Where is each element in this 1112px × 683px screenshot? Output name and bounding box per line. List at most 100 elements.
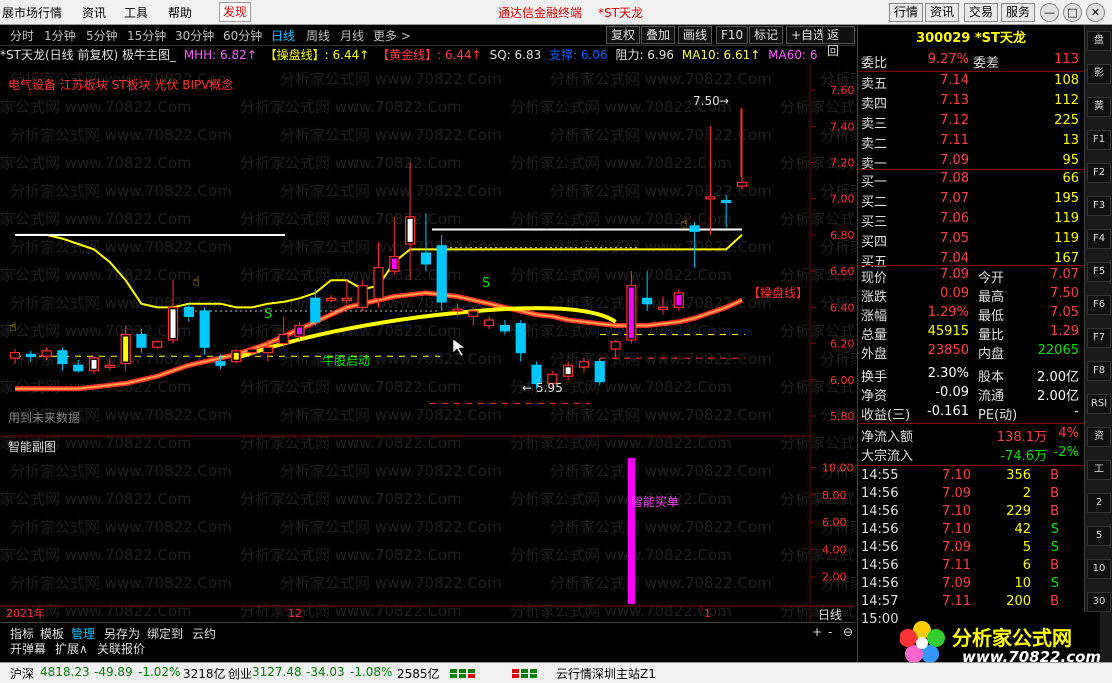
bid-label: 买二 [861, 195, 888, 210]
period-fenshi[interactable]: 分时 [10, 27, 34, 44]
side-tab[interactable]: 资 [1087, 427, 1111, 447]
fuquan-button[interactable]: 复权 [606, 26, 641, 44]
draw-line-button[interactable]: 画线 [678, 26, 713, 44]
block-inflow-value: -74.6万 [1000, 449, 1047, 464]
period-5min[interactable]: 5分钟 [86, 27, 118, 44]
ask-price: 7.12 [940, 113, 969, 128]
watermark-text: 分析家公式网 www.70822.Com [780, 434, 856, 452]
watermark-text: 分析家公式网 www.70822.Com [240, 546, 462, 564]
side-tab[interactable]: 2 [1087, 493, 1111, 513]
price-low-label: 5.95 [536, 381, 563, 395]
side-tab[interactable]: 10 [1087, 559, 1111, 579]
side-tab[interactable]: F7 [1087, 328, 1111, 348]
danmu-button[interactable]: 开弹幕 [10, 640, 46, 657]
side-tab[interactable]: 5 [1087, 526, 1111, 546]
menu-news[interactable]: 资讯 [82, 4, 106, 21]
zoom-in-icon[interactable]: + [812, 625, 822, 639]
divider [858, 465, 1084, 466]
zoom-out-icon[interactable]: - [828, 625, 832, 639]
tick-row: 14:56 7.10 42 S [861, 522, 1081, 540]
news-button[interactable]: 资讯 [925, 3, 960, 22]
overlay-button[interactable]: 叠加 [641, 26, 676, 44]
trade-button[interactable]: 交易 [964, 3, 999, 22]
side-tab[interactable]: F2 [1087, 163, 1111, 183]
side-tab[interactable]: F8 [1087, 361, 1111, 381]
side-tab[interactable]: F3 [1087, 196, 1111, 216]
side-tab[interactable]: 盘 [1087, 31, 1111, 51]
stat-row: 换手 2.30% 股本 2.00亿 [861, 366, 1081, 385]
bid-row: 买二 7.07 195 [861, 191, 1081, 210]
watermark-text: 分析家公式网 www.70822.Com [240, 322, 462, 340]
candle-fill [613, 343, 619, 348]
bid-label: 买一 [861, 175, 888, 190]
side-tab[interactable]: 30 [1087, 592, 1111, 612]
minimize-icon[interactable]: — [1040, 3, 1059, 22]
side-tab[interactable]: 工 [1087, 460, 1111, 480]
kline-chart[interactable]: 分析家公式网 www.70822.Com 分析家公式网 www.70822.Com… [0, 64, 856, 622]
stat-value: 23850 [927, 343, 969, 358]
side-tab[interactable]: F6 [1087, 295, 1111, 315]
candle-fill [233, 352, 239, 360]
mark-button[interactable]: 标记 [749, 26, 784, 44]
service-button[interactable]: 服务 [1001, 3, 1036, 22]
back-button[interactable]: 返回 [822, 26, 855, 58]
side-tab[interactable]: 黄 [1087, 97, 1111, 117]
ask-price: 7.14 [940, 73, 969, 88]
server-name[interactable]: 云行情深圳主站Z1 [556, 665, 656, 682]
side-tab[interactable]: F4 [1087, 229, 1111, 249]
ask-row: 卖三 7.12 225 [861, 113, 1081, 132]
bid-row: 买一 7.08 66 [861, 171, 1081, 190]
period-daily[interactable]: 日线 [271, 27, 295, 44]
watermark-text: 分析家公式网 www.70822.Com [780, 210, 856, 228]
concept-tags: 电气设备 江苏板块 ST板块 光伏 BIPV概念 [8, 77, 233, 92]
sh-index: 4818.23 [40, 665, 90, 679]
stat-label: 换手 [861, 370, 888, 385]
period-more[interactable]: 更多 > [373, 27, 411, 44]
stat-label: 外盘 [861, 347, 888, 362]
tick-row: 14:56 7.11 6 B [861, 558, 1081, 576]
caopan-tag: 【操盘线】 [748, 285, 808, 300]
side-tab[interactable]: 影 [1087, 64, 1111, 84]
tick-volume: 200 [1006, 594, 1031, 609]
reset-zoom-icon[interactable]: ⊖ [843, 625, 853, 639]
expand-button[interactable]: 扩展∧ [55, 640, 88, 657]
side-tab[interactable]: RSI [1087, 394, 1111, 414]
f10-button[interactable]: F10 [716, 26, 749, 44]
period-60min[interactable]: 60分钟 [223, 27, 262, 44]
bid-price: 7.04 [940, 251, 969, 266]
candle-up [104, 364, 115, 368]
menu-market[interactable]: 展市场行情 [2, 4, 62, 21]
block-inflow-label: 大宗流入 [861, 449, 914, 464]
smart-buy-label: 智能买单 [631, 494, 679, 509]
cy-pct: -1.08% [350, 665, 393, 679]
candle-down [420, 252, 432, 265]
watermark-text: 分析家公式网 www.70822.Com [280, 518, 502, 536]
related-quote-button[interactable]: 关联报价 [97, 640, 145, 657]
tick-time: 14:56 [861, 486, 899, 501]
net-inflow-row: 净流入额 138.1万 4% [861, 426, 1081, 445]
watermark-text: 分析家公式网 www.70822.Com [10, 518, 232, 536]
ask-volume: 108 [1054, 73, 1079, 88]
period-15min[interactable]: 15分钟 [127, 27, 166, 44]
tick-direction: B [1050, 504, 1059, 519]
maximize-icon[interactable]: □ [1063, 3, 1082, 22]
menu-tools[interactable]: 工具 [124, 4, 148, 21]
tick-time: 14:56 [861, 576, 899, 591]
menu-discover[interactable]: 发现 [219, 2, 252, 22]
close-icon[interactable]: ✕ [1086, 3, 1105, 22]
period-30min[interactable]: 30分钟 [175, 27, 214, 44]
candle-fill [360, 287, 366, 306]
weicha-value: 113 [1054, 52, 1079, 67]
candle-down [25, 353, 36, 358]
weicha-label: 委差 [973, 56, 1000, 71]
period-1min[interactable]: 1分钟 [44, 27, 76, 44]
period-weekly[interactable]: 周线 [306, 27, 330, 44]
side-tab[interactable]: F1 [1087, 130, 1111, 150]
stat-row: 现价 7.09 今开 7.07 [861, 267, 1081, 286]
menu-help[interactable]: 帮助 [168, 4, 192, 21]
weibi-label: 委比 [861, 56, 888, 71]
period-monthly[interactable]: 月线 [340, 27, 364, 44]
quote-button[interactable]: 行情 [889, 3, 924, 22]
tick-direction: S [1050, 576, 1059, 591]
side-tab[interactable]: F5 [1087, 262, 1111, 282]
